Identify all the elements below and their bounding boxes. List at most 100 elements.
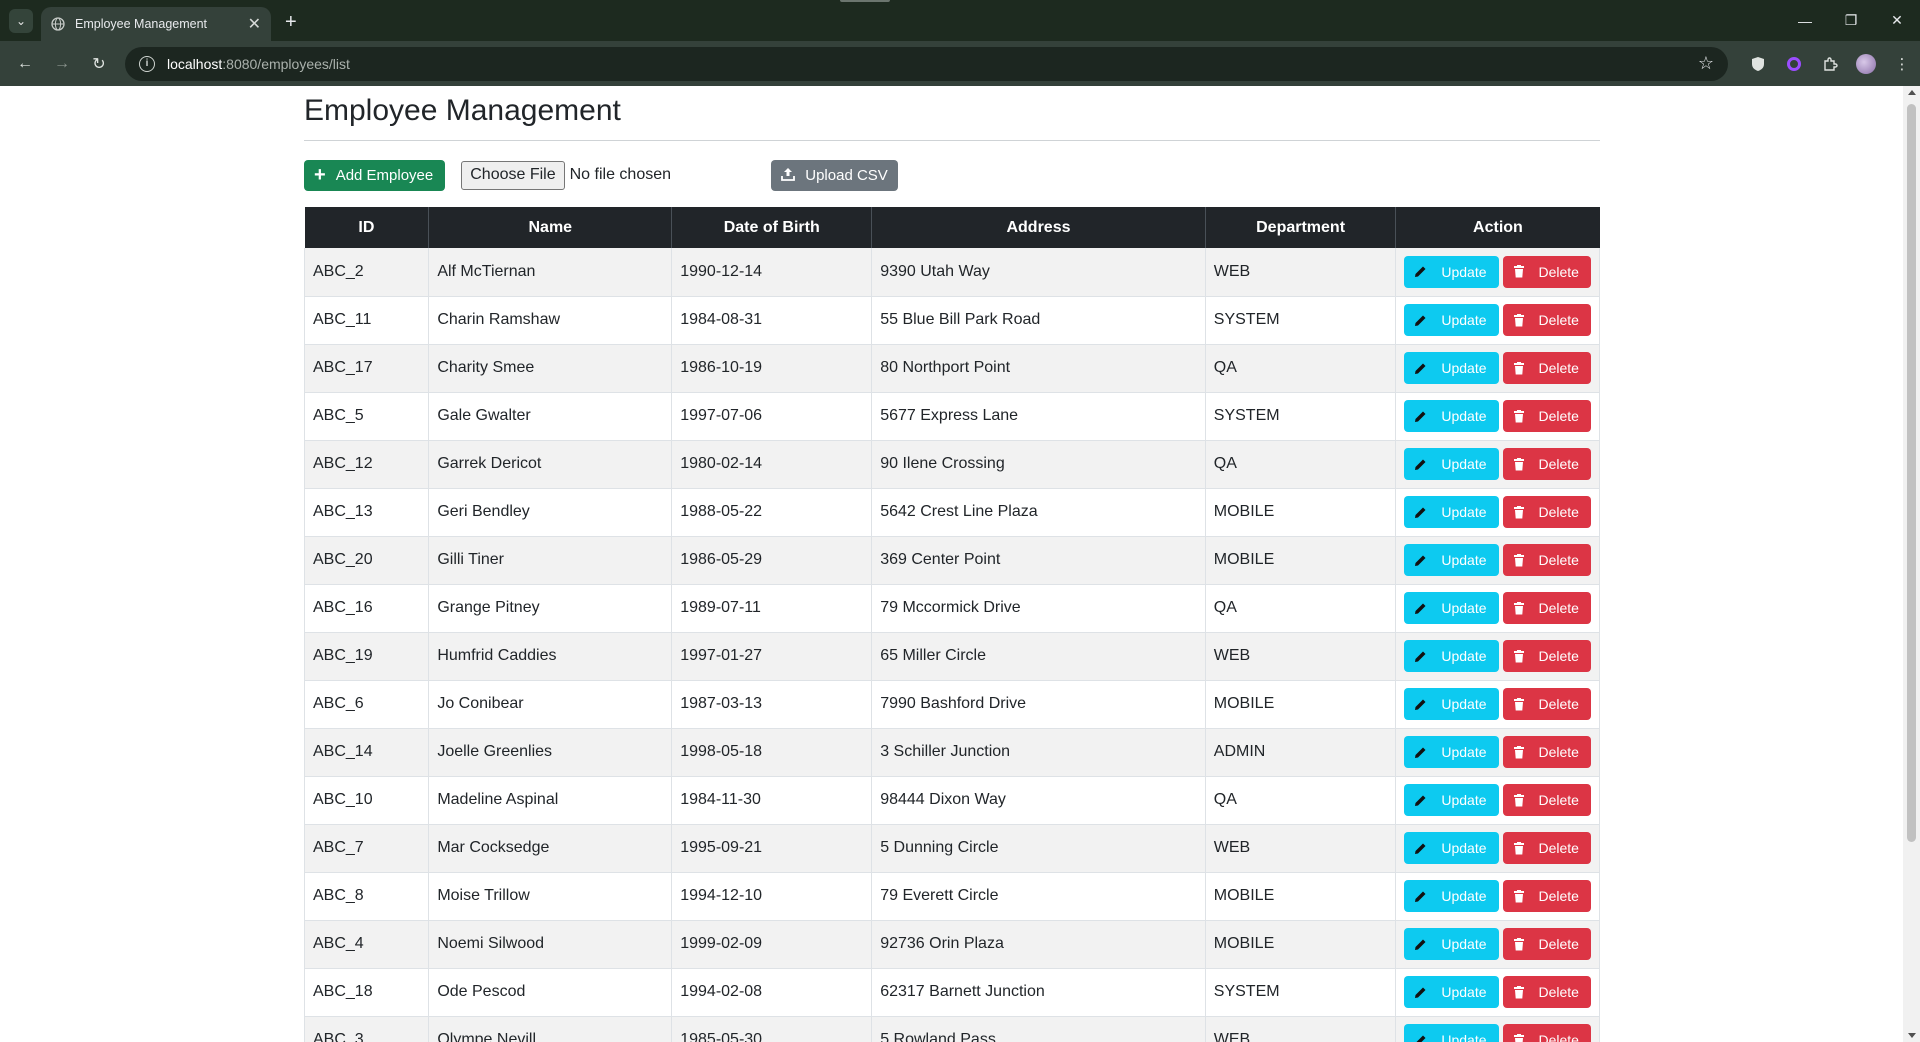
trash-icon <box>1513 649 1525 663</box>
update-button[interactable]: Update <box>1404 880 1499 912</box>
trash-icon <box>1513 793 1525 807</box>
cell-department: WEB <box>1204 248 1396 297</box>
cell-actions: Update Delete <box>1395 776 1600 825</box>
update-button[interactable]: Update <box>1404 400 1499 432</box>
update-label: Update <box>1441 408 1487 424</box>
update-button[interactable]: Update <box>1404 255 1499 288</box>
pencil-icon <box>1414 890 1427 903</box>
row-actions: Update Delete <box>1404 592 1591 624</box>
upload-csv-label: Upload CSV <box>805 166 888 184</box>
update-button[interactable]: Update <box>1404 736 1499 768</box>
profile-avatar[interactable] <box>1848 46 1884 82</box>
header-name: Name <box>428 207 672 248</box>
delete-button[interactable]: Delete <box>1502 400 1591 432</box>
restore-icon[interactable]: ❐ <box>1828 0 1874 41</box>
update-button[interactable]: Update <box>1404 832 1499 864</box>
address-bar[interactable]: i localhost:8080/employees/list ☆ <box>125 46 1728 81</box>
back-icon[interactable]: ← <box>10 49 40 79</box>
delete-button[interactable]: Delete <box>1502 832 1591 864</box>
delete-button[interactable]: Delete <box>1502 640 1591 672</box>
delete-button[interactable]: Delete <box>1502 304 1591 336</box>
trash-icon <box>1513 553 1525 567</box>
delete-button[interactable]: Delete <box>1502 880 1591 912</box>
cell-name: Geri Bendley <box>428 488 672 537</box>
delete-button[interactable]: Delete <box>1502 352 1591 384</box>
url-text[interactable]: localhost:8080/employees/list <box>167 56 1698 72</box>
delete-button[interactable]: Delete <box>1502 784 1591 816</box>
update-button[interactable]: Update <box>1404 592 1499 624</box>
delete-button[interactable]: Delete <box>1502 1024 1591 1042</box>
scroll-up-icon[interactable] <box>1908 90 1916 95</box>
scrollbar-thumb[interactable] <box>1907 104 1916 842</box>
cell-address: 92736 Orin Plaza <box>871 920 1206 969</box>
update-label: Update <box>1441 744 1487 760</box>
update-button[interactable]: Update <box>1404 928 1499 960</box>
delete-button[interactable]: Delete <box>1502 496 1591 528</box>
close-window-icon[interactable]: ✕ <box>1874 0 1920 41</box>
cell-address: 7990 Bashford Drive <box>871 680 1206 729</box>
update-button[interactable]: Update <box>1404 352 1499 384</box>
cell-id: ABC_18 <box>303 968 429 1017</box>
plus-icon: + <box>314 164 326 186</box>
delete-button[interactable]: Delete <box>1502 976 1591 1008</box>
choose-file-button[interactable]: Choose File <box>461 160 565 190</box>
update-label: Update <box>1441 792 1487 808</box>
cell-department: MOBILE <box>1204 680 1396 729</box>
delete-button[interactable]: Delete <box>1502 928 1591 960</box>
cell-dob: 1994-02-08 <box>671 968 872 1017</box>
update-button[interactable]: Update <box>1404 544 1499 576</box>
cell-actions: Update Delete <box>1395 392 1600 441</box>
scroll-down-icon[interactable] <box>1908 1033 1916 1038</box>
tab-search-dropdown-icon[interactable]: ⌄ <box>9 9 33 33</box>
new-tab-icon[interactable]: + <box>285 11 297 34</box>
page-scrollbar[interactable] <box>1903 86 1920 1042</box>
extensions-puzzle-icon[interactable] <box>1812 46 1848 82</box>
employee-table: ID Name Date of Birth Address Department… <box>303 207 1600 1042</box>
update-button[interactable]: Update <box>1404 976 1499 1008</box>
header-id: ID <box>304 207 429 248</box>
cell-dob: 1994-12-10 <box>671 872 872 921</box>
minimize-icon[interactable]: — <box>1782 0 1828 41</box>
cell-address: 9390 Utah Way <box>871 248 1206 297</box>
shield-extension-icon[interactable] <box>1740 46 1776 82</box>
row-actions: Update Delete <box>1404 352 1591 384</box>
update-button[interactable]: Update <box>1404 688 1499 720</box>
browser-tab-active[interactable]: Employee Management ✕ <box>41 7 271 41</box>
delete-button[interactable]: Delete <box>1502 688 1591 720</box>
csv-file-input[interactable]: Choose File No file chosen <box>461 160 761 190</box>
add-employee-button[interactable]: + Add Employee <box>304 159 446 191</box>
bookmark-star-icon[interactable]: ☆ <box>1698 53 1714 74</box>
delete-button[interactable]: Delete <box>1502 592 1591 624</box>
trash-icon <box>1513 457 1525 471</box>
forward-icon[interactable]: → <box>47 49 77 79</box>
delete-button[interactable]: Delete <box>1502 448 1591 480</box>
update-button[interactable]: Update <box>1404 640 1499 672</box>
update-button[interactable]: Update <box>1404 448 1499 480</box>
delete-button[interactable]: Delete <box>1502 544 1591 576</box>
update-button[interactable]: Update <box>1404 304 1499 336</box>
site-info-icon[interactable]: i <box>139 55 155 72</box>
reload-icon[interactable]: ↻ <box>84 49 114 79</box>
purple-extension-icon[interactable] <box>1776 46 1812 82</box>
browser-menu-icon[interactable]: ⋮ <box>1884 46 1920 82</box>
update-label: Update <box>1441 504 1487 520</box>
pencil-icon <box>1414 410 1427 423</box>
main-container: Employee Management + Add Employee Choos… <box>303 86 1600 1042</box>
delete-button[interactable]: Delete <box>1502 255 1591 288</box>
browser-tab-strip: ⌄ Employee Management ✕ + — ❐ ✕ <box>0 0 1920 41</box>
cell-name: Noemi Silwood <box>428 920 672 969</box>
delete-button[interactable]: Delete <box>1502 736 1591 768</box>
tab-close-icon[interactable]: ✕ <box>248 14 261 34</box>
update-label: Update <box>1441 600 1487 616</box>
update-button[interactable]: Update <box>1404 1024 1499 1042</box>
update-button[interactable]: Update <box>1404 496 1499 528</box>
cell-name: Gale Gwalter <box>428 392 672 441</box>
cell-name: Humfrid Caddies <box>428 632 672 681</box>
cell-id: ABC_16 <box>303 584 429 633</box>
upload-csv-button[interactable]: Upload CSV <box>771 159 898 191</box>
trash-icon <box>1513 505 1525 519</box>
cell-actions: Update Delete <box>1395 248 1600 297</box>
url-host: localhost <box>167 55 223 72</box>
cell-dob: 1984-08-31 <box>671 296 872 345</box>
update-button[interactable]: Update <box>1404 784 1499 816</box>
